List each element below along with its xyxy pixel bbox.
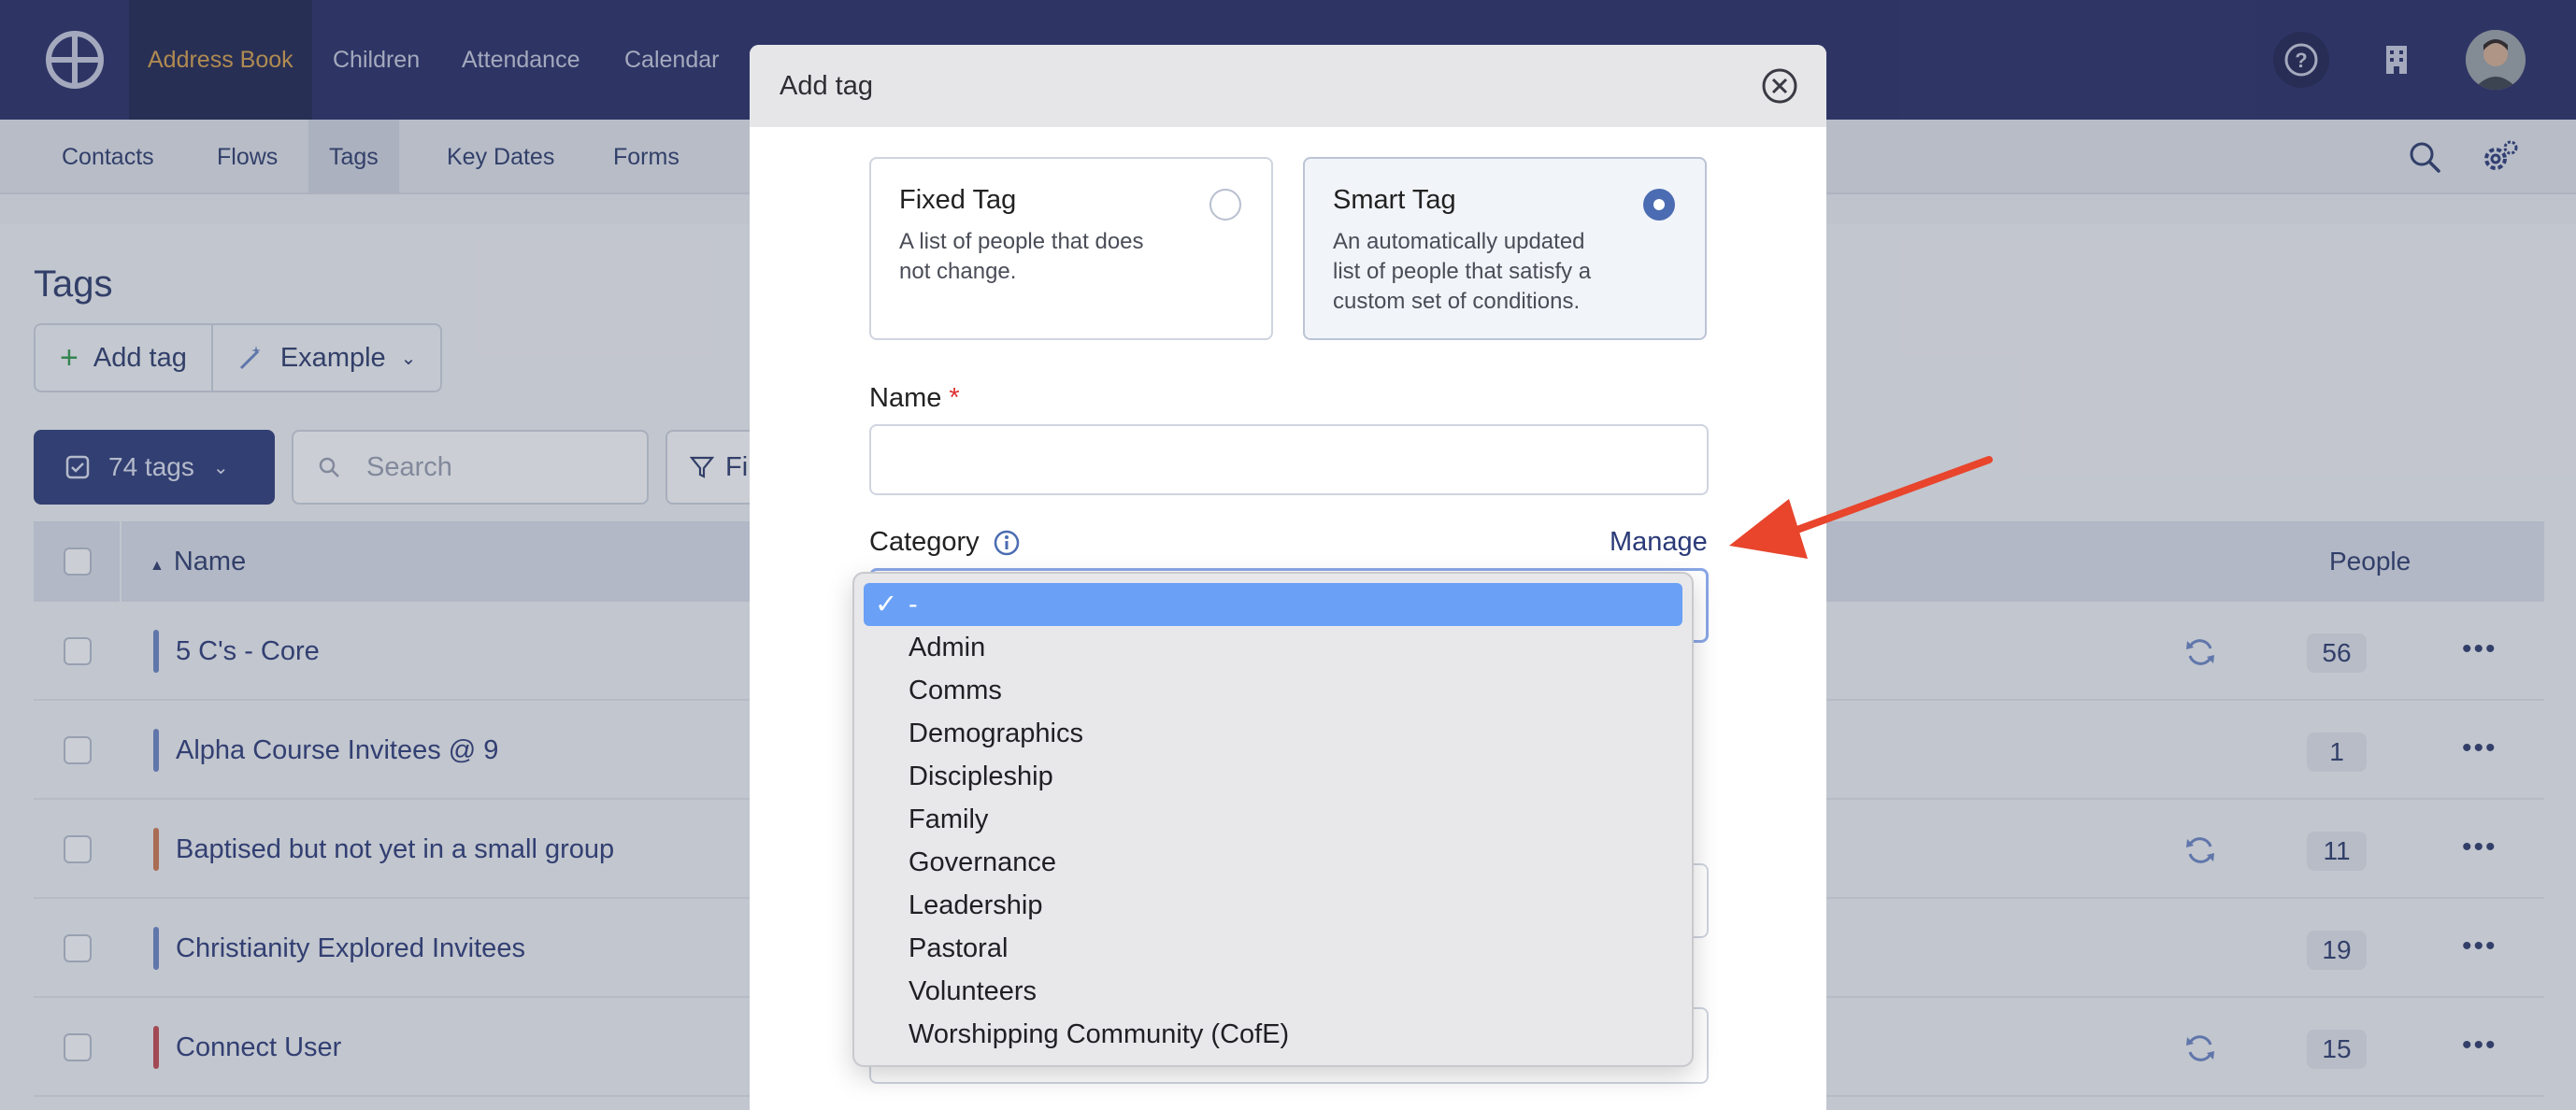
category-option[interactable]: Discipleship xyxy=(864,755,1682,798)
manage-categories-link[interactable]: Manage xyxy=(1610,527,1708,558)
modal-title: Add tag xyxy=(780,70,873,101)
name-field-label: Name * xyxy=(869,383,960,414)
category-option[interactable]: Comms xyxy=(864,669,1682,712)
category-option[interactable]: Family xyxy=(864,798,1682,841)
smart-tag-desc-line2: list of people that satisfy a xyxy=(1333,259,1592,284)
fixed-tag-desc-line1: A list of people that does xyxy=(899,229,1144,254)
smart-tag-radio[interactable] xyxy=(1643,189,1675,221)
fixed-tag-desc-line2: not change. xyxy=(899,259,1017,284)
category-option[interactable]: Admin xyxy=(864,626,1682,669)
smart-tag-title: Smart Tag xyxy=(1333,185,1456,215)
category-options: Admin Comms Demographics Discipleship Family… xyxy=(864,626,1682,1056)
smart-tag-desc-line3: custom set of conditions. xyxy=(1333,289,1581,314)
category-option[interactable]: Leadership xyxy=(864,884,1682,927)
category-option-selected[interactable]: ✓ - xyxy=(864,583,1682,626)
category-option[interactable]: Volunteers xyxy=(864,970,1682,1013)
close-icon[interactable] xyxy=(1761,67,1798,105)
category-option[interactable]: Governance xyxy=(864,841,1682,884)
category-label-text: Category xyxy=(869,527,980,557)
checkmark-icon: ✓ xyxy=(875,590,898,619)
category-option[interactable]: Demographics xyxy=(864,712,1682,755)
name-input[interactable] xyxy=(869,424,1709,495)
info-icon[interactable] xyxy=(993,529,1021,557)
required-asterisk: * xyxy=(949,383,960,413)
smart-tag-desc-line1: An automatically updated xyxy=(1333,229,1585,254)
fixed-tag-title: Fixed Tag xyxy=(899,185,1017,215)
category-field-label: Category xyxy=(869,527,1021,558)
category-option[interactable]: Pastoral xyxy=(864,927,1682,970)
modal-header: Add tag xyxy=(750,45,1826,127)
category-option[interactable]: Worshipping Community (CofE) xyxy=(864,1013,1682,1056)
smart-tag-option[interactable]: Smart Tag An automatically updated list … xyxy=(1303,157,1707,340)
fixed-tag-radio[interactable] xyxy=(1209,189,1241,221)
selected-option-label: - xyxy=(909,590,918,619)
name-label-text: Name xyxy=(869,383,942,413)
fixed-tag-option[interactable]: Fixed Tag A list of people that does not… xyxy=(869,157,1273,340)
category-dropdown-list: ✓ - Admin Comms Demographics Discipleship Fa… xyxy=(852,572,1694,1067)
